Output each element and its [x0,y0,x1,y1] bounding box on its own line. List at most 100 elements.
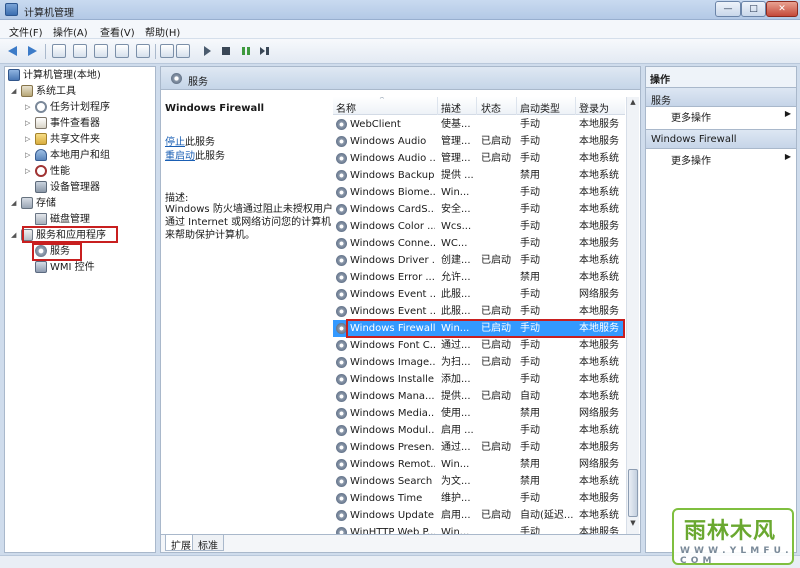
tree-item-event-viewer[interactable]: ▷ 事件查看器 [25,116,100,131]
tree-item-wmi[interactable]: WMI 控件 [34,260,95,275]
table-row[interactable]: Windows Modul... 启用 ... 手动 本地系统 [333,422,625,439]
show-hide-tree-icon[interactable] [73,44,87,58]
expanded-icon[interactable]: ◢ [11,228,20,243]
highlight-selected-row [346,319,625,338]
menu-help[interactable]: 帮助(H) [145,24,180,39]
collapsed-icon[interactable]: ▷ [25,164,34,179]
restart-link-suffix: 此服务 [195,151,225,162]
table-row[interactable]: Windows Driver ... 创建... 已启动 手动 本地系统 [333,252,625,269]
tree-item-root[interactable]: 计算机管理(本地) [7,68,101,83]
actions-group-services[interactable]: 服务 [646,87,796,107]
tree-item-system-tools[interactable]: ◢ 系统工具 [11,84,76,99]
column-divider[interactable] [476,97,477,115]
table-row[interactable]: Windows Remot... Win... 禁用 网络服务 [333,456,625,473]
collapsed-icon[interactable]: ▷ [25,100,34,115]
restart-link[interactable]: 重启动 [165,151,195,162]
column-startup-type[interactable]: 启动类型 [520,100,560,115]
tree-item-performance[interactable]: ▷ 性能 [25,164,70,179]
table-row[interactable]: WinHTTP Web P... Win... 手动 本地服务 [333,524,625,534]
expanded-icon[interactable]: ◢ [11,84,20,99]
tab-standard[interactable]: 标准 [192,535,224,552]
table-row[interactable]: Windows Audio 管理... 已启动 手动 本地服务 [333,133,625,150]
more-actions-item[interactable]: 更多操作 ▶ [671,152,791,167]
table-row[interactable]: Windows Image... 为扫... 已启动 手动 本地系统 [333,354,625,371]
scroll-up-icon[interactable]: ▲ [627,98,639,112]
table-row[interactable]: Windows Installer 添加... 手动 本地系统 [333,371,625,388]
event-log-icon [35,117,47,129]
table-row[interactable]: Windows Event ... 此服... 手动 网络服务 [333,286,625,303]
collapsed-icon[interactable]: ▷ [25,116,34,131]
vertical-scrollbar[interactable]: ▲ ▼ [626,97,639,534]
close-button[interactable]: ✕ [766,1,798,17]
table-row[interactable]: Windows Update 启用... 已启动 自动(延迟... 本地系统 [333,507,625,524]
actions-group-firewall[interactable]: Windows Firewall [646,129,796,149]
table-row[interactable]: WebClient 使基... 手动 本地服务 [333,116,625,133]
table-row[interactable]: Windows Font C... 通过... 已启动 手动 本地服务 [333,337,625,354]
table-row[interactable]: Windows CardS... 安全... 手动 本地系统 [333,201,625,218]
column-divider[interactable] [516,97,517,115]
tree-item-task-scheduler[interactable]: ▷ 任务计划程序 [25,100,110,115]
service-name-cell: Windows Audio ... [350,153,435,164]
column-divider[interactable] [575,97,576,115]
scroll-down-icon[interactable]: ▼ [627,519,639,533]
export-icon[interactable] [115,44,129,58]
more-actions-label: 更多操作 [671,113,711,124]
restart-service-line: 重启动此服务 [165,147,225,162]
column-description[interactable]: 描述 [441,100,461,115]
tree-item-disk-management[interactable]: 磁盘管理 [34,212,90,227]
properties-icon[interactable] [160,44,174,58]
table-row[interactable]: Windows Event ... 此服... 已启动 手动 本地服务 [333,303,625,320]
tree-item-device-manager[interactable]: 设备管理器 [34,180,100,195]
table-row[interactable]: Windows Media... 使用... 禁用 网络服务 [333,405,625,422]
table-row[interactable]: Windows Conne... WC... 手动 本地服务 [333,235,625,252]
table-row[interactable]: Windows Error ... 允许... 禁用 本地系统 [333,269,625,286]
service-startup-cell: 自动(延迟... [520,510,574,521]
column-status[interactable]: 状态 [481,100,501,115]
column-divider[interactable] [437,97,438,115]
console-tree-icon[interactable] [176,44,190,58]
menu-file[interactable]: 文件(F) [9,24,43,39]
tree-item-local-users[interactable]: ▷ 本地用户和组 [25,148,110,163]
collapsed-icon[interactable]: ▷ [25,132,34,147]
menu-view[interactable]: 查看(V) [100,24,135,39]
scroll-thumb[interactable] [628,469,638,517]
start-icon[interactable] [200,44,214,58]
tree-item-storage[interactable]: ◢ 存储 [11,196,56,211]
table-row[interactable]: Windows Biome... Win... 手动 本地系统 [333,184,625,201]
forward-icon[interactable] [25,44,39,58]
pause-icon[interactable] [239,44,253,58]
back-icon[interactable] [6,44,20,58]
column-logon[interactable]: 登录为 [579,100,609,115]
collapsed-icon[interactable]: ▷ [25,148,34,163]
table-row[interactable]: Windows Presen... 通过... 已启动 手动 本地服务 [333,439,625,456]
table-row[interactable]: Windows Mana... 提供... 已启动 自动 本地系统 [333,388,625,405]
table-row[interactable]: Windows Backup 提供 ... 禁用 本地系统 [333,167,625,184]
minimize-button[interactable]: — [715,1,741,17]
expanded-icon[interactable]: ◢ [11,196,20,211]
column-name[interactable]: 名称 [336,100,356,115]
up-icon[interactable] [52,44,66,58]
service-startup-cell: 手动 [520,289,540,300]
help-icon[interactable] [136,44,150,58]
submenu-arrow-icon: ▶ [784,152,791,161]
service-startup-cell: 禁用 [520,272,540,283]
service-logon-cell: 本地系统 [579,510,619,521]
refresh-icon[interactable] [94,44,108,58]
table-row[interactable]: Windows Search 为文... 禁用 本地系统 [333,473,625,490]
table-row[interactable]: Windows Color ... Wcs... 手动 本地服务 [333,218,625,235]
service-description-cell: 添加... [441,374,471,385]
maximize-button[interactable]: □ [741,1,766,17]
more-actions-item[interactable]: 更多操作 ▶ [671,109,791,124]
service-logon-cell: 本地系统 [579,374,619,385]
service-description-cell: 提供... [441,391,471,402]
service-description-cell: 通过... [441,340,471,351]
tree-item-shared-folders[interactable]: ▷ 共享文件夹 [25,132,100,147]
service-startup-cell: 自动 [520,391,540,402]
table-row[interactable]: Windows Time 维护... 手动 本地服务 [333,490,625,507]
service-description-cell: 启用 ... [441,425,473,436]
menu-action[interactable]: 操作(A) [53,24,88,39]
restart-icon[interactable] [258,44,272,58]
table-row[interactable]: Windows Audio ... 管理... 已启动 手动 本地系统 [333,150,625,167]
gear-icon [336,425,347,436]
stop-icon[interactable] [219,44,233,58]
